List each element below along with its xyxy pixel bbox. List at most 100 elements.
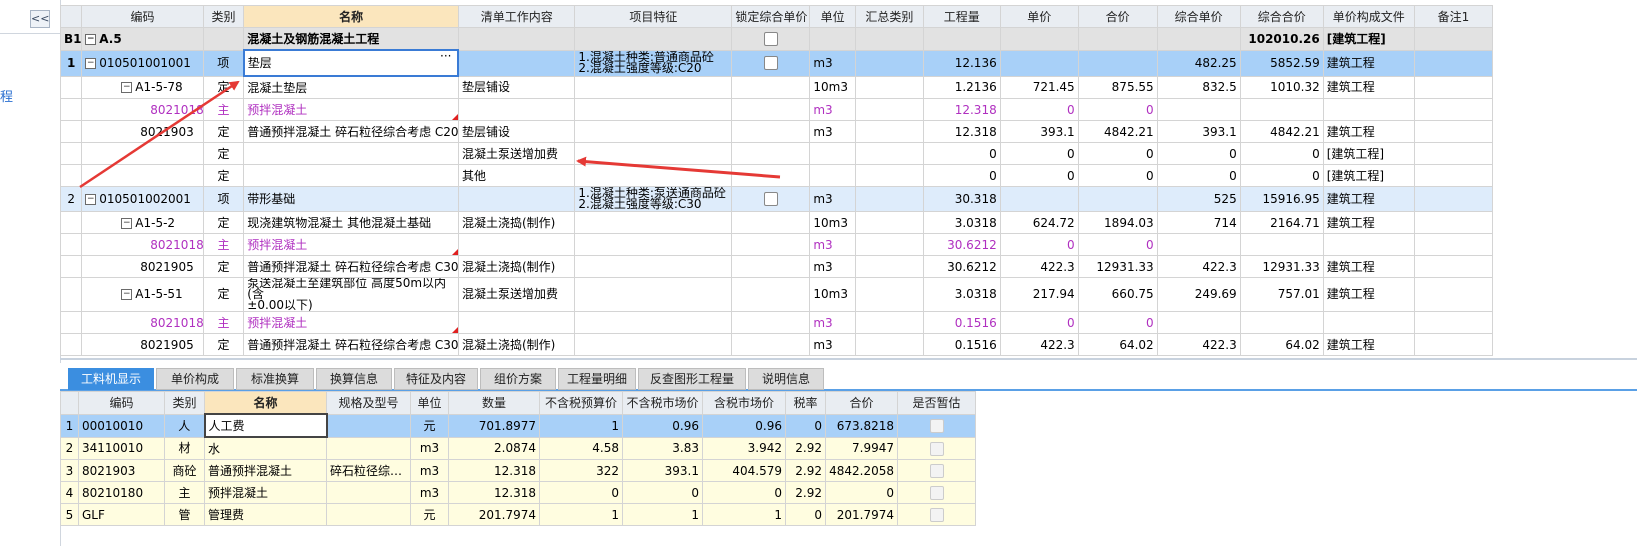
panel-splitter[interactable]	[60, 358, 1637, 360]
quota-row[interactable]: 定 其他 0 0 0 0 0 [建筑工程]	[59, 164, 1494, 187]
col-header-quantity[interactable]: 工程量	[922, 5, 1001, 28]
col-header-budget-price[interactable]: 不含税预算价	[539, 391, 623, 415]
tab-standard-conversion[interactable]: 标准换算	[236, 368, 314, 390]
quota-row[interactable]: − A1-5-78 定 混凝土垫层 垫层铺设 10m3 1.2136 721.45…	[59, 75, 1494, 99]
col-header-name[interactable]: 名称	[243, 5, 459, 28]
col-header-price-file[interactable]: 单价构成文件	[1322, 5, 1415, 28]
resource-row[interactable]: 1 00010010 人人工费元 701.8977 1 0.96 0.96 0 673.8218	[60, 413, 976, 438]
col-header-tax-rate[interactable]: 税率	[785, 391, 826, 415]
quota-row[interactable]: 定 混凝土泵送增加费 0 0 0 0 0 [建筑工程]	[59, 142, 1494, 165]
unit-cell[interactable]: m3	[410, 459, 449, 482]
col-header-type[interactable]: 类别	[202, 5, 245, 28]
lock-price-checkbox[interactable]	[763, 192, 778, 206]
main-material-row[interactable]: 80210180 主 预拌混凝土 m3 12.318 0 0	[59, 98, 1494, 121]
tax-market-price-cell[interactable]: 0.96	[702, 413, 786, 438]
tab-conversion-info[interactable]: 换算信息	[316, 368, 392, 390]
collapse-toggle-icon[interactable]: −	[121, 289, 133, 300]
name-cell[interactable]: 水	[204, 436, 327, 460]
collapse-toggle-icon[interactable]: −	[121, 82, 133, 94]
tax-rate-cell[interactable]: 2.92	[785, 481, 826, 504]
spec-cell[interactable]	[326, 413, 411, 438]
col-header-type[interactable]: 类别	[164, 391, 205, 415]
unit-cell[interactable]: m3	[809, 49, 856, 77]
name-edit-cell[interactable]: 垫层 ···	[242, 49, 460, 77]
collapse-toggle-icon[interactable]: −	[85, 33, 97, 45]
provisional-checkbox[interactable]	[929, 508, 944, 522]
budget-price-cell[interactable]: 0	[539, 481, 623, 504]
name-cell[interactable]: 普通预拌混凝土	[204, 459, 327, 482]
quota-row[interactable]: − A1-5-2 定 现浇建筑物混凝土 其他混凝土基础 混凝土浇捣(制作) 10m…	[59, 211, 1494, 234]
unit-cell[interactable]: m3	[410, 436, 449, 460]
market-price-cell[interactable]: 1	[622, 503, 703, 526]
col-header-market-price[interactable]: 不含税市场价	[622, 391, 703, 415]
quantity-cell[interactable]: 2.0874	[448, 436, 540, 460]
main-material-row[interactable]: 80210180 主 预拌混凝土 m3 30.6212 0 0	[59, 233, 1494, 256]
col-header-name[interactable]: 名称	[204, 391, 327, 415]
amount-cell[interactable]: 0	[825, 481, 898, 504]
section-row[interactable]: B1 − A.5 混凝土及钢筋混凝土工程 102010.26 [建筑工程]	[59, 27, 1494, 51]
name-cell[interactable]: 人工费	[203, 413, 328, 438]
code-cell[interactable]: − A.5	[81, 27, 204, 51]
provisional-checkbox[interactable]	[929, 486, 944, 500]
type-cell[interactable]: 人	[164, 413, 205, 438]
quantity-cell[interactable]: 12.136	[922, 49, 1001, 77]
market-price-cell[interactable]: 0	[622, 481, 703, 504]
resource-row[interactable]: 3 8021903 商砼 普通预拌混凝土 碎石粒径综… m3 12.318 322 393.1 4…	[60, 459, 976, 482]
features-cell[interactable]: 1.混凝土种类:普通商品砼 2.混凝土强度等级:C20	[574, 49, 733, 77]
col-header-composite-price[interactable]: 综合单价	[1156, 5, 1241, 28]
composite-amount-cell[interactable]: 102010.26	[1239, 27, 1324, 51]
tax-rate-cell[interactable]: 2.92	[785, 459, 826, 482]
provisional-checkbox[interactable]	[929, 464, 944, 478]
col-header-code[interactable]: 编码	[81, 5, 204, 28]
features-cell[interactable]: 1.混凝土种类:泵送通商品砼 2.混凝土强度等级:C30	[574, 186, 733, 212]
tax-market-price-cell[interactable]: 404.579	[702, 459, 786, 482]
market-price-cell[interactable]: 3.83	[622, 436, 703, 460]
lock-price-checkbox[interactable]	[763, 32, 778, 47]
col-header-provisional[interactable]: 是否暂估	[897, 391, 976, 415]
tax-market-price-cell[interactable]: 3.942	[702, 436, 786, 460]
type-cell[interactable]: 管	[164, 503, 205, 526]
code-cell[interactable]: 8021903	[78, 459, 165, 482]
quota-row[interactable]: − A1-5-51 定 泵送混凝土至建筑部位 高度50m以内(含 ±0.00以下) …	[59, 277, 1494, 312]
quota-row[interactable]: 8021905 定 普通预拌混凝土 碎石粒径综合考虑 C30 混凝土浇捣(制作)…	[59, 255, 1494, 278]
quantity-cell[interactable]: 701.8977	[448, 413, 540, 438]
col-header-quantity[interactable]: 数量	[448, 391, 540, 415]
amount-cell[interactable]: 673.8218	[825, 413, 898, 438]
type-cell[interactable]: 主	[164, 481, 205, 504]
spec-cell[interactable]: 碎石粒径综…	[326, 459, 411, 482]
tab-unit-price-composition[interactable]: 单价构成	[156, 368, 234, 390]
unit-cell[interactable]: 元	[410, 503, 449, 526]
market-price-cell[interactable]: 0.96	[622, 413, 703, 438]
work-content-cell[interactable]	[457, 49, 576, 77]
left-panel-label[interactable]: 程	[0, 86, 13, 105]
tax-rate-cell[interactable]: 0	[785, 413, 826, 438]
name-cell[interactable]: 管理费	[204, 503, 327, 526]
amount-cell[interactable]: 4842.2058	[825, 459, 898, 482]
provisional-checkbox[interactable]	[929, 441, 944, 456]
quantity-cell[interactable]: 201.7974	[448, 503, 540, 526]
resource-row[interactable]: 5 GLF 管管理费元 201.7974 1 1 1 0 201.7974	[60, 503, 976, 526]
tax-rate-cell[interactable]: 2.92	[785, 436, 826, 460]
provisional-cell[interactable]	[897, 459, 976, 482]
resource-row[interactable]: 4 80210180 主预拌混凝土 m3 12.318 0 0 0 2.92 0	[60, 481, 976, 504]
lock-price-checkbox[interactable]	[763, 56, 778, 70]
lock-cell[interactable]	[731, 27, 811, 51]
collapse-toggle-icon[interactable]: −	[85, 193, 97, 205]
col-header-summary-type[interactable]: 汇总类别	[854, 5, 924, 28]
col-header-spec[interactable]: 规格及型号	[326, 391, 411, 415]
code-cell[interactable]: −010501001001	[81, 49, 204, 77]
provisional-checkbox[interactable]	[929, 419, 944, 433]
collapse-toggle-icon[interactable]: −	[85, 57, 97, 69]
unit-cell[interactable]: m3	[410, 481, 449, 504]
resource-row[interactable]: 2 34110010 材水 m3 2.0874 4.58 3.83 3.942 2.92 7.99…	[60, 436, 976, 460]
collapse-panel-button[interactable]: <<	[30, 10, 50, 28]
type-cell[interactable]: 商砼	[164, 459, 205, 482]
code-cell[interactable]: 00010010	[78, 413, 165, 438]
col-header-unit[interactable]: 单位	[410, 391, 449, 415]
code-cell[interactable]: − A1-5-78	[81, 75, 204, 99]
col-header-features[interactable]: 项目特征	[574, 5, 733, 28]
price-file-cell[interactable]: [建筑工程]	[1322, 27, 1415, 51]
quantity-cell[interactable]: 12.318	[448, 459, 540, 482]
more-options-icon[interactable]: ···	[440, 52, 451, 62]
col-header-lock-price[interactable]: 锁定综合单价	[731, 5, 811, 28]
